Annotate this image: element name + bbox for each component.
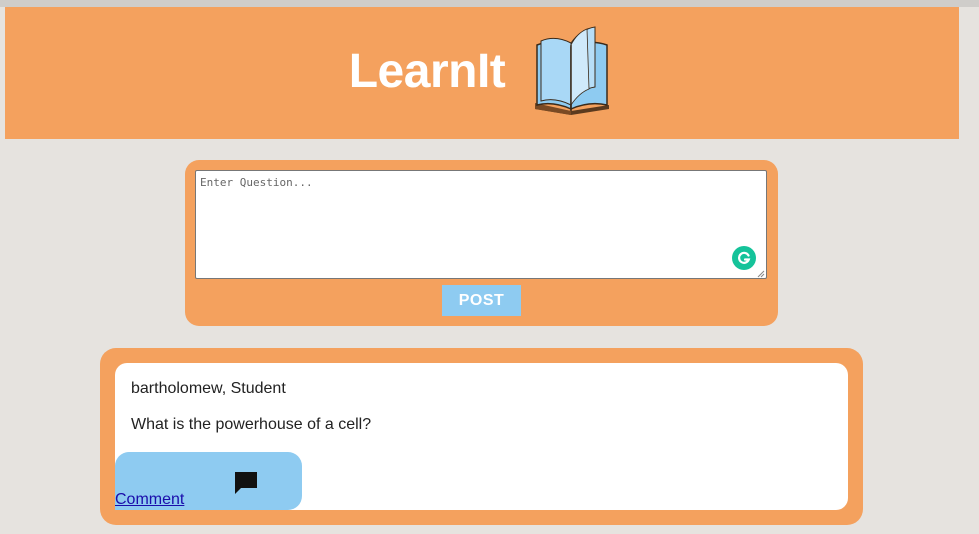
question-input[interactable] [195, 170, 767, 279]
open-book-icon [535, 26, 610, 115]
comment-button-area[interactable]: Comment [115, 452, 302, 510]
post-content: bartholomew, Student What is the powerho… [115, 363, 848, 510]
app-title: LearnIt [348, 44, 506, 98]
post-author: bartholomew, Student [131, 380, 286, 397]
post-button[interactable]: POST [442, 285, 521, 316]
post-question-text: What is the powerhouse of a cell? [131, 416, 372, 433]
chat-bubble-icon[interactable] [233, 470, 259, 496]
ask-question-panel: POST [185, 160, 778, 326]
grammarly-icon[interactable] [732, 246, 756, 270]
question-post-card: bartholomew, Student What is the powerho… [100, 348, 863, 525]
app-header: LearnIt [5, 7, 959, 139]
window-top-strip [0, 0, 979, 7]
comment-link[interactable]: Comment [115, 491, 184, 509]
resize-handle-icon[interactable] [757, 270, 765, 278]
